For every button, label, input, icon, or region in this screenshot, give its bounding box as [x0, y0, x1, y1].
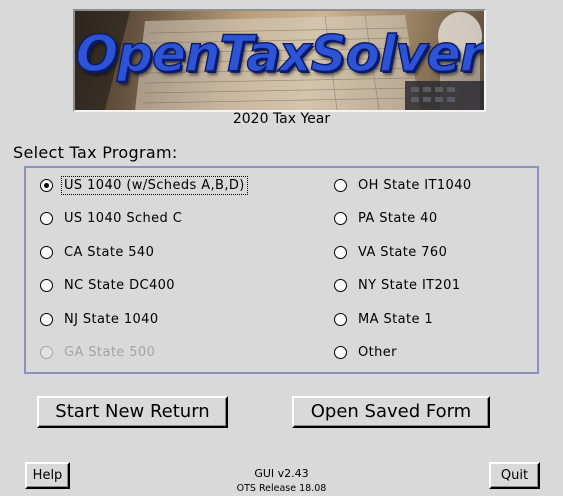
banner-logo: OpenTaxSolver: [73, 9, 486, 112]
radio-nj-1040[interactable]: NJ State 1040: [40, 309, 162, 329]
tax-year-label: 2020 Tax Year: [232, 111, 331, 127]
radio-nc-dc400[interactable]: NC State DC400: [40, 275, 178, 295]
radio-label: VA State 760: [358, 244, 448, 260]
radio-label: Other: [358, 344, 397, 360]
radio-ga-500: GA State 500: [40, 342, 158, 362]
radio-va-760[interactable]: VA State 760: [334, 242, 450, 262]
radio-indicator-icon: [40, 245, 53, 259]
radio-us1040-sched-c[interactable]: US 1040 Sched C: [40, 208, 185, 228]
radio-label: MA State 1: [358, 311, 434, 327]
radio-indicator-icon: [40, 211, 53, 225]
radio-other[interactable]: Other: [334, 342, 400, 362]
gui-version-label: GUI v2.43: [254, 467, 309, 480]
banner-title: OpenTaxSolver: [75, 24, 484, 83]
radio-indicator-icon: [40, 312, 53, 326]
radio-ny-it201[interactable]: NY State IT201: [334, 275, 464, 295]
tax-program-group: US 1040 (w/Scheds A,B,D) US 1040 Sched C…: [24, 166, 539, 374]
open-saved-form-button[interactable]: Open Saved Form: [292, 396, 490, 428]
radio-label: NY State IT201: [358, 277, 461, 293]
ots-release-label: OTS Release 18.08: [236, 483, 327, 494]
radio-indicator-icon: [334, 178, 347, 192]
radio-indicator-icon: [334, 245, 347, 259]
select-program-label: Select Tax Program:: [13, 143, 178, 162]
radio-label: CA State 540: [64, 244, 155, 260]
radio-ma-1[interactable]: MA State 1: [334, 309, 436, 329]
radio-label: US 1040 Sched C: [64, 210, 183, 226]
radio-label: NJ State 1040: [64, 311, 159, 327]
radio-indicator-icon: [334, 345, 347, 359]
radio-ca-540[interactable]: CA State 540: [40, 242, 157, 262]
radio-label: NC State DC400: [64, 277, 175, 293]
radio-us1040[interactable]: US 1040 (w/Scheds A,B,D): [40, 175, 248, 195]
radio-pa-40[interactable]: PA State 40: [334, 208, 441, 228]
radio-label: OH State IT1040: [358, 177, 472, 193]
radio-indicator-icon: [334, 278, 347, 292]
radio-indicator-icon: [334, 211, 347, 225]
start-new-return-button[interactable]: Start New Return: [37, 396, 228, 428]
radio-label: US 1040 (w/Scheds A,B,D): [61, 175, 248, 195]
radio-indicator-icon: [40, 178, 53, 192]
radio-indicator-icon: [40, 345, 53, 359]
radio-indicator-icon: [40, 278, 53, 292]
radio-oh-it1040[interactable]: OH State IT1040: [334, 175, 475, 195]
radio-label: GA State 500: [64, 344, 156, 360]
radio-label: PA State 40: [358, 210, 438, 226]
radio-indicator-icon: [334, 312, 347, 326]
